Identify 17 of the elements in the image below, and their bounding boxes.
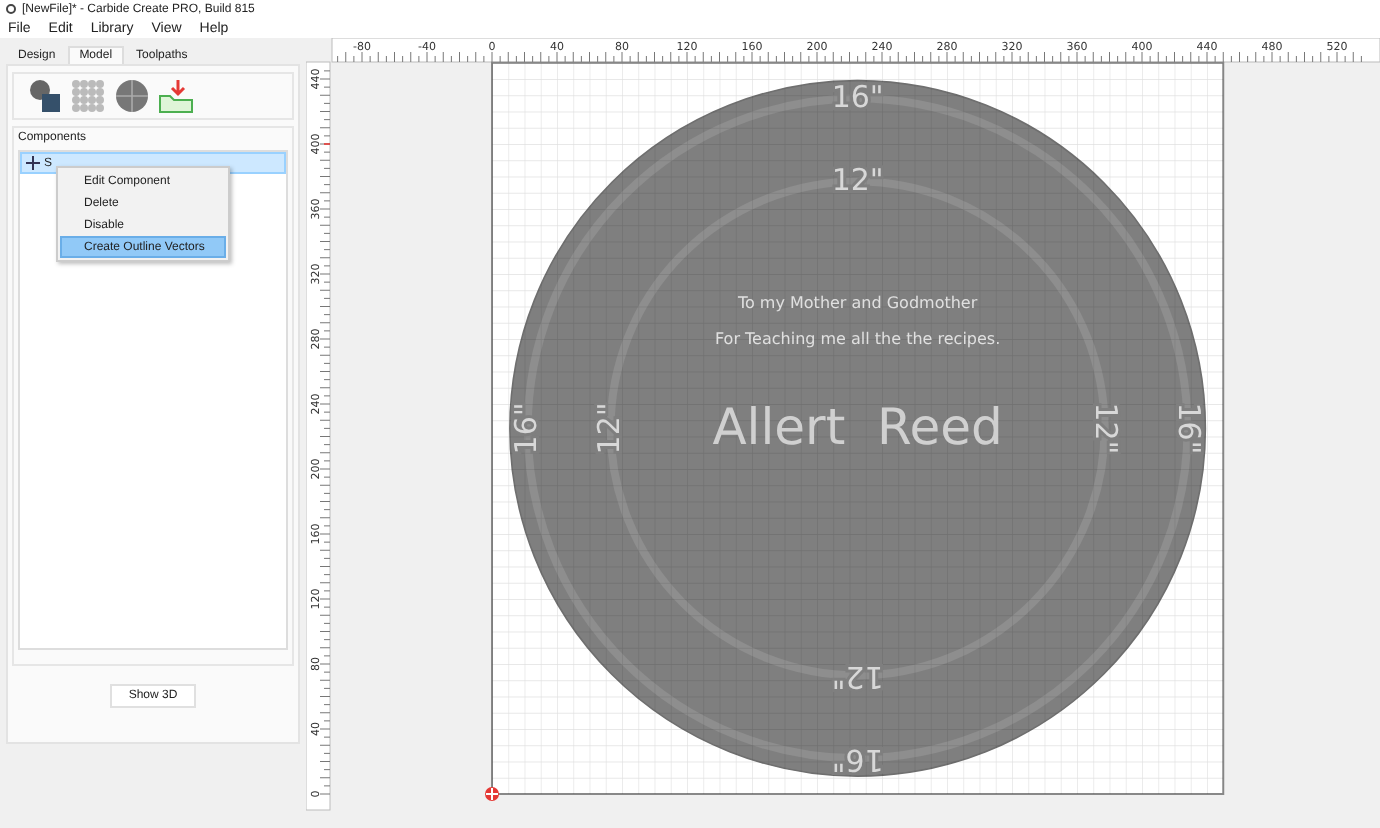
ring-label: 12" — [590, 402, 627, 455]
shapes-icon[interactable] — [26, 78, 62, 114]
ring-label: 16" — [1171, 402, 1208, 455]
cursor-marker — [323, 143, 331, 145]
dedication-text: For Teaching me all the the recipes. — [715, 330, 1001, 349]
dedication-text: To my Mother and Godmother — [737, 294, 978, 313]
ring-label: 16" — [831, 742, 884, 779]
ring-label: 16" — [507, 402, 544, 455]
sphere-icon[interactable] — [114, 78, 150, 114]
ring-label: 12" — [831, 659, 884, 696]
ring-label: 16" — [831, 78, 884, 115]
app-icon — [6, 4, 16, 14]
name-text: Allert Reed — [712, 398, 1003, 457]
ring-label: 12" — [1088, 402, 1125, 455]
ring-label: 12" — [831, 161, 884, 198]
plus-icon — [26, 156, 40, 170]
import-icon[interactable] — [158, 78, 194, 114]
